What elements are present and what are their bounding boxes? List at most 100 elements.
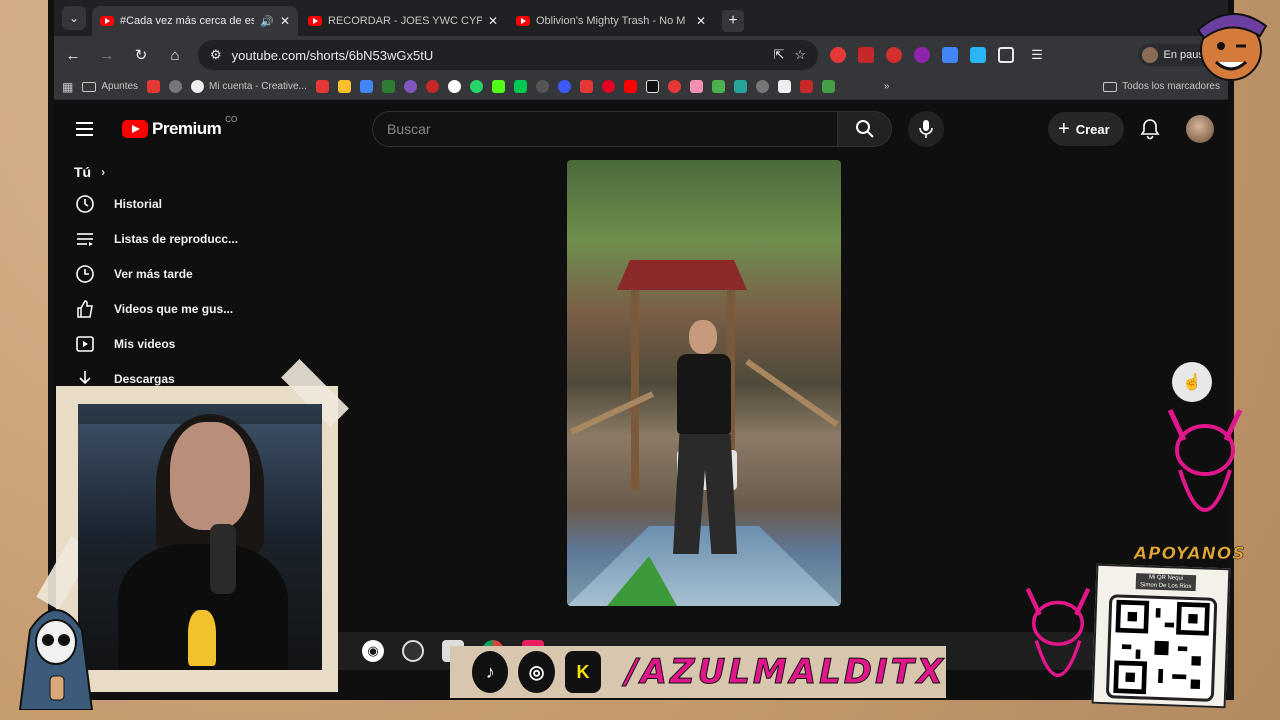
new-tab-button[interactable]: + [722, 10, 744, 32]
channel-handle: /AZULMALDITX [625, 652, 947, 693]
webcam-microphone [210, 524, 236, 594]
account-avatar[interactable] [1186, 115, 1214, 143]
search-input[interactable]: Buscar [372, 111, 838, 147]
bookmark-icon[interactable] [147, 80, 161, 93]
close-tab-icon[interactable]: ✕ [696, 14, 706, 28]
whatsapp-icon[interactable] [469, 80, 483, 93]
tab-2[interactable]: RECORDAR - JOES YWC CYPHE ✕ [300, 6, 506, 36]
youtube-icon[interactable] [623, 80, 637, 93]
back-button[interactable]: ← [62, 44, 84, 66]
next-short-button[interactable]: ☝ [1172, 362, 1212, 402]
reload-button[interactable]: ↻ [130, 44, 152, 66]
kick-icon[interactable] [491, 80, 505, 93]
translate-extension-icon[interactable] [942, 47, 958, 63]
tab-search-button[interactable]: ⌄ [62, 6, 86, 30]
bookmark-link[interactable]: Mi cuenta - Creative... [191, 80, 307, 93]
bookmark-star-icon[interactable]: ☆ [794, 47, 806, 63]
pinterest-icon[interactable] [601, 80, 615, 93]
app-icon[interactable]: ◉ [362, 640, 384, 662]
forward-button[interactable]: → [96, 44, 118, 66]
sidebar-item-liked-videos[interactable]: Videos que me gus... [54, 291, 284, 326]
create-label: Crear [1075, 121, 1110, 137]
extension-icon[interactable] [830, 47, 846, 63]
bookmark-label: Apuntes [101, 81, 139, 92]
bookmark-icon[interactable] [315, 80, 329, 93]
kick-icon: K [564, 651, 602, 693]
bookmark-icon[interactable] [755, 80, 769, 93]
sidebar-item-label: Mis videos [114, 336, 176, 351]
bookmark-icon[interactable] [711, 80, 725, 93]
menu-icon[interactable] [76, 117, 100, 141]
country-code: CO [225, 115, 238, 124]
home-button[interactable]: ⌂ [164, 44, 186, 66]
bookmark-icon[interactable] [425, 80, 439, 93]
bookmark-icon[interactable] [535, 80, 549, 93]
playlist-icon [74, 228, 96, 250]
bookmark-icon[interactable] [689, 80, 703, 93]
social-brand-banner: ♪ ◎ K /AZULMALDITX [450, 646, 946, 698]
bookmark-icon[interactable] [513, 80, 527, 93]
close-tab-icon[interactable]: ✕ [488, 14, 498, 28]
mascot-logo-icon [1196, 13, 1268, 81]
youtube-premium-logo[interactable]: Premium CO [122, 115, 237, 139]
sidebar-item-label: Ver más tarde [114, 266, 193, 281]
site-info-icon[interactable]: ⚙ [210, 47, 222, 63]
url-text: youtube.com/shorts/6bN53wGx5tU [231, 47, 434, 63]
address-bar[interactable]: ⚙ youtube.com/shorts/6bN53wGx5tU ⇱ ☆ [198, 40, 818, 70]
apps-grid-icon[interactable]: ▦ [62, 80, 73, 94]
bookmark-icon[interactable] [579, 80, 593, 93]
install-app-icon[interactable]: ⇱ [773, 47, 784, 63]
more-bookmarks-icon[interactable]: » [884, 81, 890, 92]
bookmark-icon[interactable] [777, 80, 791, 93]
extensions-puzzle-icon[interactable] [998, 47, 1014, 63]
notifications-bell-icon[interactable] [1138, 117, 1162, 141]
reaper-mascot-icon [18, 609, 94, 710]
bookmark-icon[interactable] [645, 80, 659, 93]
bookmark-icon[interactable] [447, 80, 461, 93]
tab-1[interactable]: #Cada vez más cerca de est 🔊 ✕ [92, 6, 298, 36]
hand-cursor-icon: ☝ [1182, 374, 1202, 391]
qr-code-icon[interactable] [1105, 594, 1218, 702]
instagram-icon: ◎ [518, 651, 555, 693]
bookmark-icon[interactable] [381, 80, 395, 93]
bookmark-icon[interactable] [337, 80, 351, 93]
youtube-favicon-icon [516, 16, 530, 26]
extension-icon[interactable] [970, 47, 986, 63]
extension-icon[interactable] [914, 47, 930, 63]
video-person [659, 320, 749, 570]
bookmark-icon[interactable] [821, 80, 835, 93]
creative-commons-icon [191, 80, 205, 93]
sidebar-item-watch-later[interactable]: Ver más tarde [54, 256, 284, 291]
browser-tab-strip: ⌄ #Cada vez más cerca de est 🔊 ✕ RECORDA… [54, 0, 1228, 36]
shorts-video-player[interactable] [567, 160, 841, 606]
voice-search-button[interactable] [908, 111, 944, 147]
sidebar-item-my-videos[interactable]: Mis videos [54, 326, 284, 361]
youtube-sidebar: Tú › Historial Listas de reproducc... Ve… [54, 158, 284, 398]
bookmark-icon[interactable] [169, 80, 183, 93]
reading-list-icon[interactable]: ☰ [1026, 44, 1048, 66]
obs-icon[interactable] [402, 640, 424, 662]
sidebar-section-you[interactable]: Tú › [54, 158, 284, 186]
sidebar-item-history[interactable]: Historial [54, 186, 284, 221]
speaker-icon[interactable]: 🔊 [260, 15, 274, 28]
bookmark-icon[interactable] [733, 80, 747, 93]
rubber-chicken-toy [188, 610, 216, 666]
bookmark-icon[interactable] [667, 80, 681, 93]
extension-icon[interactable] [858, 47, 874, 63]
bookmark-icon[interactable] [799, 80, 813, 93]
youtube-favicon-icon [100, 16, 114, 26]
sidebar-item-playlists[interactable]: Listas de reproducc... [54, 221, 284, 256]
webcam-feed [78, 404, 322, 670]
tab-3[interactable]: Oblivion's Mighty Trash - No M ✕ [508, 6, 714, 36]
sidebar-item-label: Listas de reproducc... [114, 231, 239, 246]
bookmark-icon[interactable] [359, 80, 373, 93]
close-tab-icon[interactable]: ✕ [280, 14, 290, 28]
search-button[interactable] [838, 111, 892, 147]
create-button[interactable]: + Crear [1048, 112, 1124, 146]
bookmark-icon[interactable] [403, 80, 417, 93]
bookmark-icon[interactable] [557, 80, 571, 93]
bookmark-folder[interactable]: Apuntes [82, 81, 138, 92]
clock-icon [74, 263, 96, 285]
plus-icon: + [1058, 117, 1070, 140]
adblock-extension-icon[interactable] [886, 47, 902, 63]
